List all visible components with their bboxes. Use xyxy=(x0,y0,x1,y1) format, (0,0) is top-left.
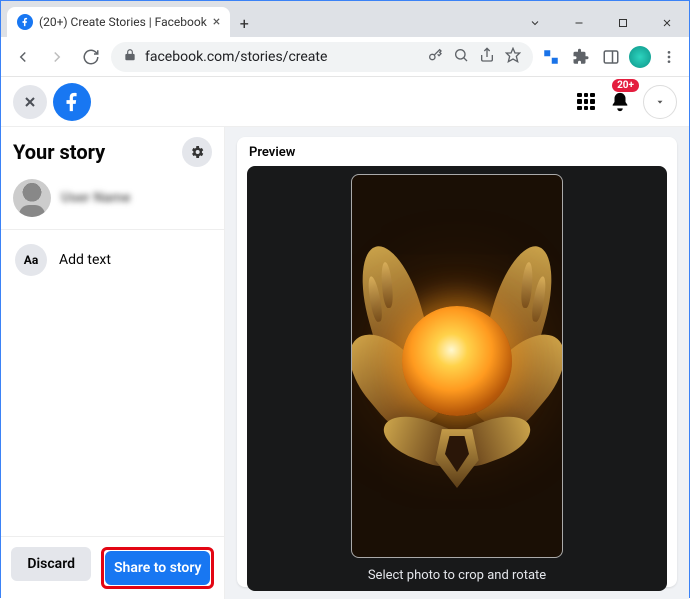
user-name: User Name xyxy=(61,190,131,206)
preview-panel: Preview Select photo to crop and rotate xyxy=(225,127,689,599)
preview-stage: Select photo to crop and rotate xyxy=(247,166,667,591)
new-tab-button[interactable]: + xyxy=(230,9,258,37)
notifications-button[interactable]: 20+ xyxy=(607,85,633,119)
sidebar-title: Your story xyxy=(13,140,105,164)
share-icon[interactable] xyxy=(479,47,495,67)
account-menu-button[interactable] xyxy=(643,85,677,119)
window-close-button[interactable] xyxy=(645,9,689,37)
sidebar: Your story User Name Aa Add text Discard… xyxy=(1,127,225,599)
discard-button[interactable]: Discard xyxy=(11,547,91,581)
menu-grid-button[interactable] xyxy=(575,85,597,119)
zoom-icon[interactable] xyxy=(453,47,469,67)
user-row[interactable]: User Name xyxy=(1,173,224,230)
facebook-logo[interactable] xyxy=(53,83,91,121)
tab-close-icon[interactable]: × xyxy=(213,14,220,30)
preview-card: Preview Select photo to crop and rotate xyxy=(237,137,677,587)
url-text: facebook.com/stories/create xyxy=(145,49,327,65)
browser-tab[interactable]: (20+) Create Stories | Facebook × xyxy=(7,7,230,37)
bookmark-icon[interactable] xyxy=(505,47,521,67)
user-avatar xyxy=(13,179,51,217)
translate-extension-icon[interactable] xyxy=(539,45,563,69)
preview-hint: Select photo to crop and rotate xyxy=(368,568,546,583)
profile-avatar-icon[interactable] xyxy=(629,46,651,68)
close-story-creator-button[interactable] xyxy=(13,85,47,119)
preview-label: Preview xyxy=(237,137,677,166)
story-photo-frame[interactable] xyxy=(351,174,563,558)
facebook-favicon xyxy=(17,14,33,30)
tab-title: (20+) Create Stories | Facebook xyxy=(39,15,207,29)
facebook-header: 20+ xyxy=(1,77,689,127)
app-body: Your story User Name Aa Add text Discard… xyxy=(1,127,689,599)
story-image xyxy=(362,236,552,496)
share-button-highlight: Share to story xyxy=(101,547,214,589)
forward-button[interactable] xyxy=(43,43,71,71)
side-panel-icon[interactable] xyxy=(599,45,623,69)
share-to-story-button[interactable]: Share to story xyxy=(105,551,210,585)
back-button[interactable] xyxy=(9,43,37,71)
extension-icons xyxy=(539,45,681,69)
reload-button[interactable] xyxy=(77,43,105,71)
window-minimize-button[interactable] xyxy=(557,9,601,37)
address-bar[interactable]: facebook.com/stories/create xyxy=(111,42,533,72)
grid-icon xyxy=(577,93,595,111)
chrome-menu-icon[interactable] xyxy=(657,45,681,69)
lock-icon xyxy=(123,48,137,66)
window-dropdown-icon[interactable] xyxy=(513,9,557,37)
add-text-icon: Aa xyxy=(15,244,47,276)
window-maximize-button[interactable] xyxy=(601,9,645,37)
window-controls xyxy=(513,9,689,37)
add-text-label: Add text xyxy=(59,252,111,268)
notification-badge: 20+ xyxy=(612,79,639,92)
key-icon[interactable] xyxy=(427,47,443,67)
browser-toolbar: facebook.com/stories/create xyxy=(1,37,689,77)
extensions-puzzle-icon[interactable] xyxy=(569,45,593,69)
sidebar-footer: Discard Share to story xyxy=(1,536,224,599)
add-text-option[interactable]: Aa Add text xyxy=(1,230,224,290)
story-settings-button[interactable] xyxy=(182,137,212,167)
window-titlebar: (20+) Create Stories | Facebook × + xyxy=(1,1,689,37)
